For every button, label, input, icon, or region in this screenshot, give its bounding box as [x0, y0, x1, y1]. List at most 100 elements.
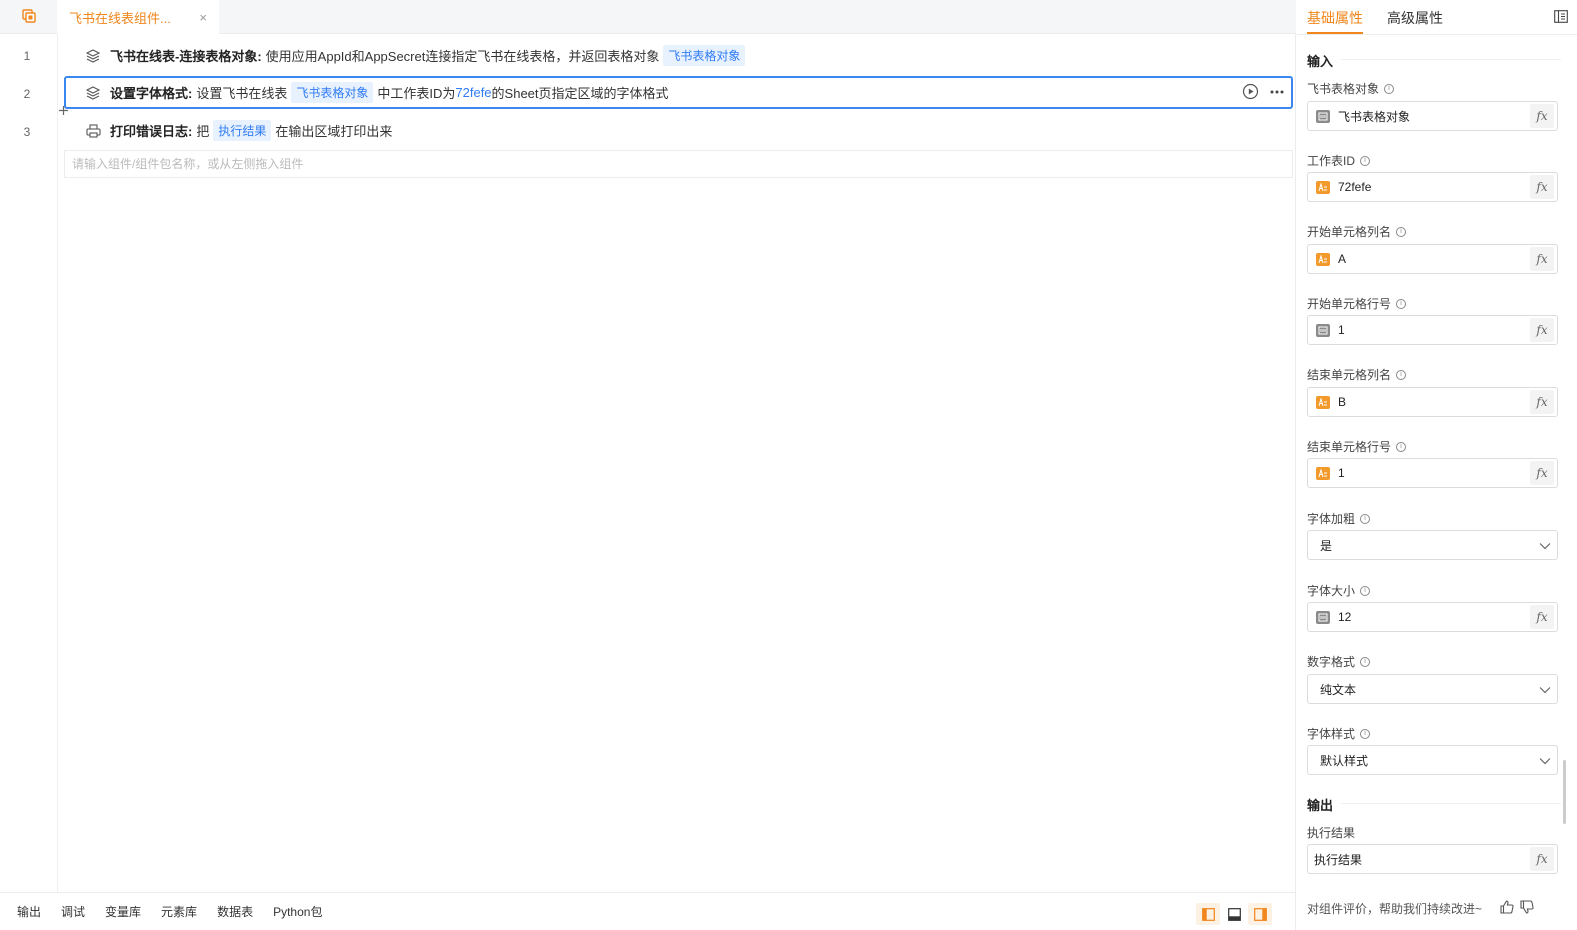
start-row-field[interactable]: 1 fx: [1307, 315, 1558, 345]
fx-icon[interactable]: fx: [1530, 247, 1554, 271]
fx-icon[interactable]: fx: [1530, 605, 1554, 629]
tab-feishu-component[interactable]: 飞书在线表组件... ×: [57, 0, 219, 34]
font-style-select[interactable]: 默认样式: [1307, 745, 1558, 775]
variable-value[interactable]: 72fefe: [455, 85, 491, 100]
field-label: 数字格式 i: [1307, 653, 1371, 670]
step-description: 使用应用AppId和AppSecret连接指定飞书在线表格，并返回表格对象: [265, 49, 660, 64]
divider: [1341, 59, 1561, 60]
home-tab[interactable]: [0, 0, 57, 34]
line-number: 1: [23, 49, 31, 63]
object-type-icon: [1316, 109, 1330, 123]
fx-icon[interactable]: fx: [1530, 104, 1554, 128]
field-label: 飞书表格对象 i: [1307, 80, 1395, 97]
tab-datatable[interactable]: 数据表: [217, 903, 253, 920]
select-value: 默认样式: [1320, 753, 1369, 768]
step-description: 把: [196, 124, 210, 139]
printer-icon: [84, 122, 102, 140]
line-gutter: 1 2 3: [0, 34, 58, 892]
fx-icon[interactable]: fx: [1530, 461, 1554, 485]
editor-area: 飞书在线表组件... × 1 2 3 飞书在线表-连接表格对象: 使用应用App…: [0, 0, 1296, 930]
flow-step-set-font[interactable]: 设置字体格式: 设置飞书在线表 飞书表格对象 中工作表ID为 72fefe 的S…: [64, 76, 1293, 109]
component-search-input[interactable]: [72, 157, 1292, 171]
number-format-select[interactable]: 纯文本: [1307, 674, 1558, 704]
active-tab-indicator: [1307, 32, 1363, 34]
label-text: 开始单元格行号: [1307, 297, 1392, 311]
info-icon[interactable]: i: [1360, 728, 1371, 739]
tab-advanced-properties[interactable]: 高级属性: [1387, 8, 1443, 28]
collapse-panel-icon[interactable]: [1554, 10, 1568, 26]
info-icon[interactable]: i: [1360, 513, 1371, 524]
right-panel-toggle-icon[interactable]: [1248, 903, 1272, 925]
field-value: 执行结果: [1314, 852, 1363, 867]
select-value: 纯文本: [1320, 682, 1357, 697]
left-panel-toggle-icon[interactable]: [1196, 903, 1220, 925]
fx-icon[interactable]: fx: [1530, 390, 1554, 414]
run-icon[interactable]: [1242, 83, 1259, 103]
start-column-field[interactable]: A fx: [1307, 244, 1558, 274]
text-type-icon: [1316, 395, 1330, 409]
tab-elements[interactable]: 元素库: [161, 903, 197, 920]
label-text: 工作表ID: [1307, 154, 1356, 168]
feedback-text: 对组件评价，帮助我们持续改进~: [1307, 902, 1483, 916]
component-search-row: [64, 150, 1293, 178]
end-row-field[interactable]: 1 fx: [1307, 458, 1558, 488]
layout-toggles: [1196, 903, 1272, 925]
field-value: 飞书表格对象: [1338, 109, 1411, 124]
label-text: 字体大小: [1307, 584, 1356, 598]
info-icon[interactable]: i: [1384, 83, 1395, 94]
number-type-icon: [1316, 323, 1330, 337]
text-type-icon: [1316, 252, 1330, 266]
info-icon[interactable]: i: [1360, 585, 1371, 596]
tab-output[interactable]: 输出: [17, 903, 41, 920]
thumbs-down-icon[interactable]: [1520, 900, 1534, 917]
field-label: 开始单元格行号 i: [1307, 295, 1407, 312]
step-title: 打印错误日志:: [110, 124, 193, 139]
fx-icon[interactable]: fx: [1530, 847, 1554, 871]
field-label: 结束单元格行号 i: [1307, 438, 1407, 455]
info-icon[interactable]: i: [1396, 441, 1407, 452]
step-title: 设置字体格式:: [110, 86, 193, 101]
info-icon[interactable]: i: [1360, 155, 1371, 166]
info-icon[interactable]: i: [1396, 298, 1407, 309]
field-label: 结束单元格列名 i: [1307, 366, 1407, 383]
field-label: 字体大小 i: [1307, 582, 1371, 599]
copy-icon: [21, 8, 37, 27]
variable-chip[interactable]: 飞书表格对象: [663, 45, 746, 66]
chevron-down-icon: [1539, 538, 1551, 553]
feishu-sheet-object-field[interactable]: 飞书表格对象 fx: [1307, 101, 1558, 131]
font-size-field[interactable]: 12 fx: [1307, 602, 1558, 632]
tab-basic-properties[interactable]: 基础属性: [1307, 8, 1363, 28]
layers-icon: [84, 47, 102, 65]
chevron-down-icon: [1539, 753, 1551, 768]
label-text: 字体样式: [1307, 727, 1356, 741]
panel-scrollbar[interactable]: [1563, 760, 1566, 824]
fx-icon[interactable]: fx: [1530, 318, 1554, 342]
result-variable-field[interactable]: 执行结果 fx: [1307, 844, 1558, 874]
thumbs-up-icon[interactable]: [1500, 900, 1514, 917]
more-icon[interactable]: [1269, 84, 1285, 103]
info-icon[interactable]: i: [1396, 369, 1407, 380]
tab-python-packages[interactable]: Python包: [273, 903, 322, 920]
fx-icon[interactable]: fx: [1530, 175, 1554, 199]
field-value: 1: [1338, 323, 1345, 337]
label-text: 飞书表格对象: [1307, 82, 1380, 96]
field-value: B: [1338, 395, 1347, 409]
end-column-field[interactable]: B fx: [1307, 387, 1558, 417]
font-bold-select[interactable]: 是: [1307, 530, 1558, 560]
field-value: 12: [1338, 610, 1352, 624]
info-icon[interactable]: i: [1396, 226, 1407, 237]
tab-title: 飞书在线表组件...: [69, 10, 171, 26]
tab-variables[interactable]: 变量库: [105, 903, 141, 920]
sheet-id-field[interactable]: 72fefe fx: [1307, 172, 1558, 202]
flow-step-connect[interactable]: 飞书在线表-连接表格对象: 使用应用AppId和AppSecret连接指定飞书在…: [64, 39, 1293, 72]
step-description: 设置飞书在线表: [196, 86, 288, 101]
variable-chip[interactable]: 执行结果: [213, 120, 272, 141]
variable-chip[interactable]: 飞书表格对象: [291, 82, 374, 103]
close-icon[interactable]: ×: [199, 10, 207, 25]
bottom-panel-toggle-icon[interactable]: [1222, 903, 1246, 925]
properties-tabs: 基础属性 高级属性: [1297, 0, 1577, 35]
tab-debug[interactable]: 调试: [61, 903, 85, 920]
step-title: 飞书在线表-连接表格对象:: [110, 49, 262, 64]
info-icon[interactable]: i: [1360, 656, 1371, 667]
flow-step-print-log[interactable]: 打印错误日志: 把 执行结果 在输出区域打印出来: [64, 114, 1293, 147]
